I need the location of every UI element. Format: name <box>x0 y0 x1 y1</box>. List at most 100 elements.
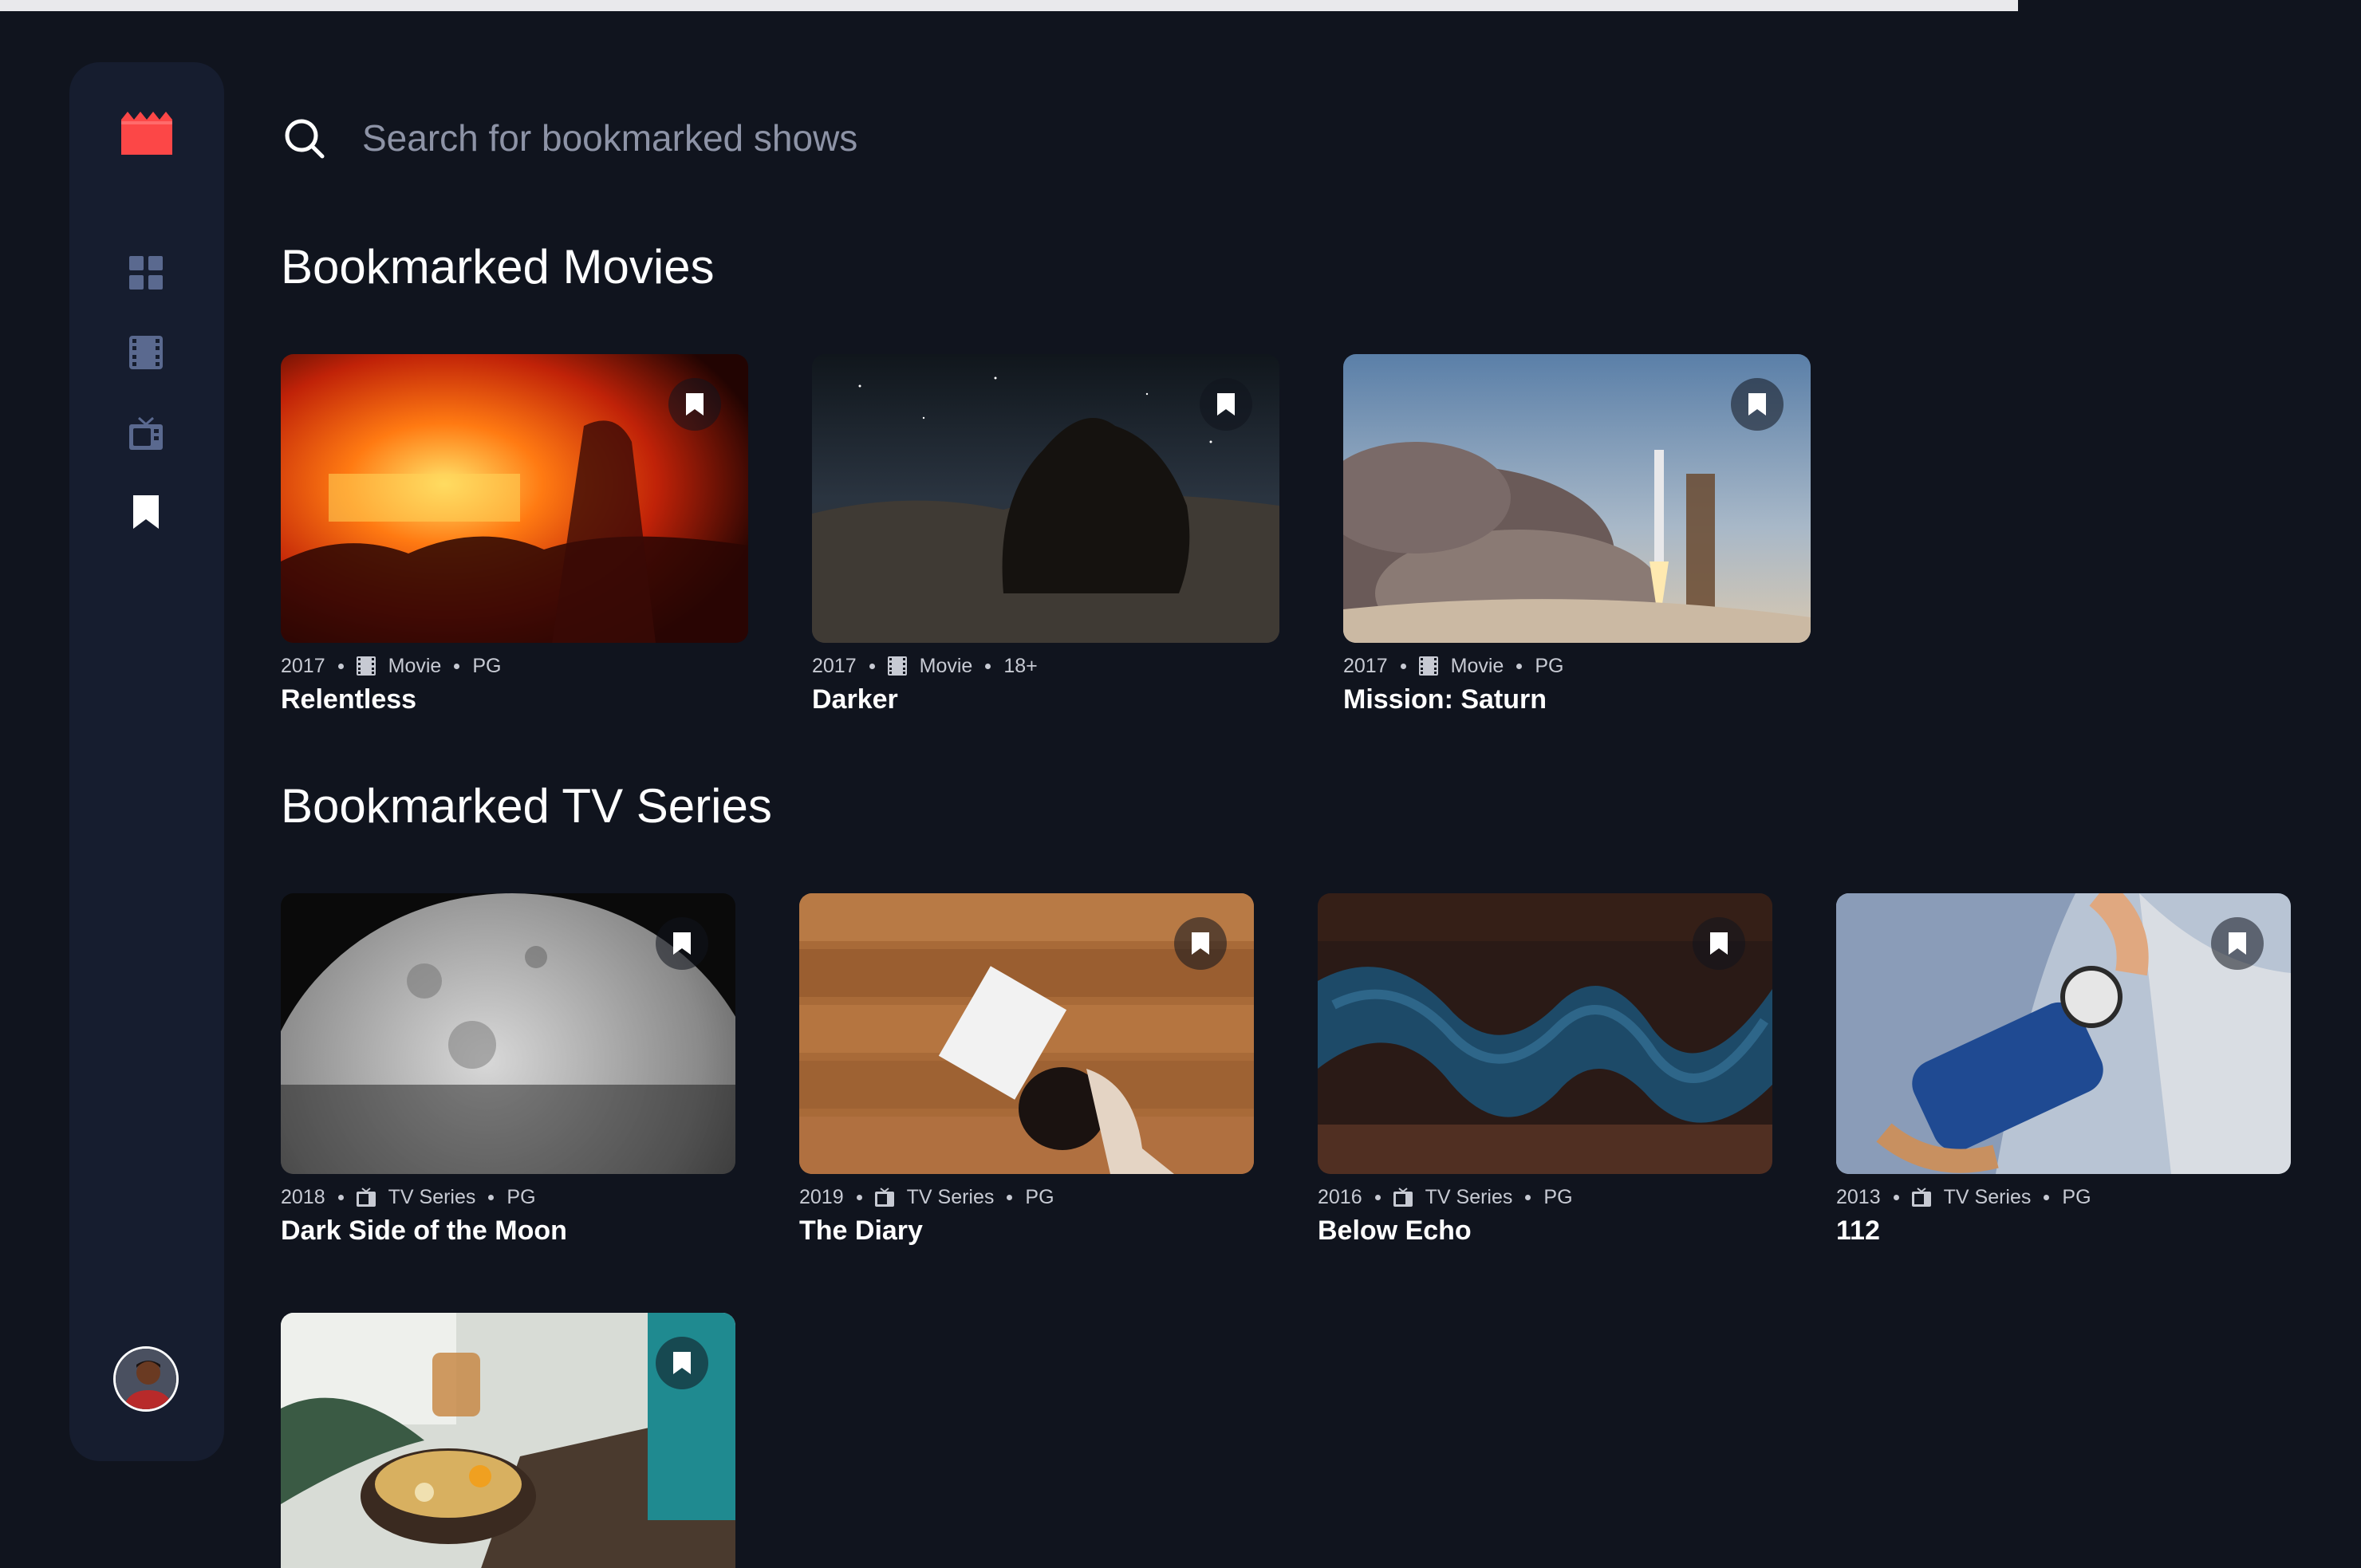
card-year: 2013 <box>1836 1185 1881 1208</box>
card-title[interactable]: 112 <box>1836 1215 2291 1247</box>
bookmark-toggle-button[interactable] <box>1174 917 1227 970</box>
card-meta: 2016 TV Series PG <box>1318 1184 1772 1211</box>
card-year: 2017 <box>812 654 857 677</box>
series-card[interactable]: 2013 TV Series PG 112 <box>1836 893 2291 1247</box>
separator-dot <box>2044 1194 2050 1200</box>
separator-dot <box>337 663 344 669</box>
series-card[interactable] <box>281 1313 735 1568</box>
card-title[interactable]: Darker <box>812 684 1279 715</box>
movie-card[interactable]: 2017 Movie PG Mission: Saturn <box>1343 354 1811 715</box>
avatar[interactable] <box>113 1346 179 1412</box>
series-card[interactable]: 2018 TV Series PG Dark Side of the Moon <box>281 893 735 1247</box>
tv-category-icon <box>874 1188 894 1207</box>
search-icon[interactable] <box>282 116 327 161</box>
card-year: 2019 <box>799 1185 844 1208</box>
bookmark-toggle-button[interactable] <box>656 1337 708 1389</box>
series-thumbnail[interactable] <box>281 893 735 1174</box>
movies-section-title: Bookmarked Movies <box>281 240 715 294</box>
movies-film-icon[interactable] <box>129 336 163 369</box>
bookmark-toggle-button[interactable] <box>1693 917 1745 970</box>
card-title[interactable]: The Diary <box>799 1215 1254 1247</box>
separator-dot <box>488 1194 495 1200</box>
bookmark-filled-icon <box>1192 932 1209 955</box>
sidebar <box>69 62 224 1461</box>
movie-thumbnail[interactable] <box>1343 354 1811 643</box>
series-card[interactable]: 2016 TV Series PG Below Echo <box>1318 893 1772 1247</box>
card-meta: 2017 Movie PG <box>1343 652 1811 680</box>
series-card[interactable]: 2019 TV Series PG The Diary <box>799 893 1254 1247</box>
separator-dot <box>454 663 460 669</box>
bookmark-filled-icon <box>2229 932 2246 955</box>
card-rating: PG <box>1535 654 1564 677</box>
card-rating: PG <box>2062 1185 2091 1208</box>
card-title[interactable]: Below Echo <box>1318 1215 1772 1247</box>
series-thumbnail[interactable] <box>1318 893 1772 1174</box>
logo-icon[interactable] <box>121 112 172 155</box>
separator-dot <box>1007 1194 1013 1200</box>
movie-card[interactable]: 2017 Movie PG Relentless <box>281 354 748 715</box>
card-title[interactable]: Dark Side of the Moon <box>281 1215 735 1247</box>
bookmark-filled-icon <box>1710 932 1728 955</box>
movie-category-icon <box>887 656 907 676</box>
tv-series-icon[interactable] <box>129 416 163 450</box>
bookmark-toggle-button[interactable] <box>1731 378 1784 431</box>
bookmark-icon[interactable] <box>129 495 163 529</box>
card-rating: PG <box>1025 1185 1054 1208</box>
search-input[interactable] <box>362 110 1957 166</box>
card-category: Movie <box>919 654 973 677</box>
movie-thumbnail[interactable] <box>812 354 1279 643</box>
separator-dot <box>1525 1194 1531 1200</box>
bookmark-filled-icon <box>673 932 691 955</box>
tv-category-icon <box>1911 1188 1931 1207</box>
separator-dot <box>337 1194 344 1200</box>
separator-dot <box>985 663 991 669</box>
series-thumbnail[interactable] <box>281 1313 735 1568</box>
card-category: Movie <box>1450 654 1504 677</box>
card-rating: 18+ <box>1003 654 1038 677</box>
card-title[interactable]: Mission: Saturn <box>1343 684 1811 715</box>
separator-dot <box>1374 1194 1381 1200</box>
bookmark-filled-icon <box>1217 393 1235 416</box>
card-title[interactable]: Relentless <box>281 684 748 715</box>
card-meta: 2013 TV Series PG <box>1836 1184 2291 1211</box>
separator-dot <box>1400 663 1406 669</box>
home-grid-icon[interactable] <box>129 256 163 290</box>
card-category: TV Series <box>388 1185 476 1208</box>
card-year: 2018 <box>281 1185 325 1208</box>
bookmark-filled-icon <box>686 393 704 416</box>
bookmark-toggle-button[interactable] <box>668 378 721 431</box>
separator-dot <box>1893 1194 1899 1200</box>
card-category: TV Series <box>1943 1185 2032 1208</box>
tv-category-icon <box>1393 1188 1413 1207</box>
card-year: 2017 <box>281 654 325 677</box>
series-thumbnail[interactable] <box>799 893 1254 1174</box>
movie-category-icon <box>356 656 376 676</box>
card-meta: 2019 TV Series PG <box>799 1184 1254 1211</box>
card-year: 2017 <box>1343 654 1388 677</box>
bookmark-toggle-button[interactable] <box>2211 917 2264 970</box>
browser-top-strip <box>0 0 2361 11</box>
series-thumbnail[interactable] <box>1836 893 2291 1174</box>
card-rating: PG <box>1543 1185 1573 1208</box>
separator-dot <box>856 1194 862 1200</box>
movie-category-icon <box>1418 656 1438 676</box>
card-rating: PG <box>506 1185 536 1208</box>
card-meta: 2017 Movie 18+ <box>812 652 1279 680</box>
separator-dot <box>1516 663 1523 669</box>
card-category: TV Series <box>1425 1185 1513 1208</box>
bookmark-filled-icon <box>1748 393 1766 416</box>
tv-category-icon <box>356 1188 376 1207</box>
search-bar <box>282 110 2037 166</box>
bookmark-toggle-button[interactable] <box>1200 378 1252 431</box>
bookmark-toggle-button[interactable] <box>656 917 708 970</box>
movie-card[interactable]: 2017 Movie 18+ Darker <box>812 354 1279 715</box>
movie-thumbnail[interactable] <box>281 354 748 643</box>
bookmark-filled-icon <box>673 1352 691 1374</box>
card-meta: 2018 TV Series PG <box>281 1184 735 1211</box>
series-section-title: Bookmarked TV Series <box>281 779 772 833</box>
card-rating: PG <box>472 654 502 677</box>
separator-dot <box>869 663 875 669</box>
card-meta: 2017 Movie PG <box>281 652 748 680</box>
card-year: 2016 <box>1318 1185 1362 1208</box>
card-category: TV Series <box>906 1185 995 1208</box>
